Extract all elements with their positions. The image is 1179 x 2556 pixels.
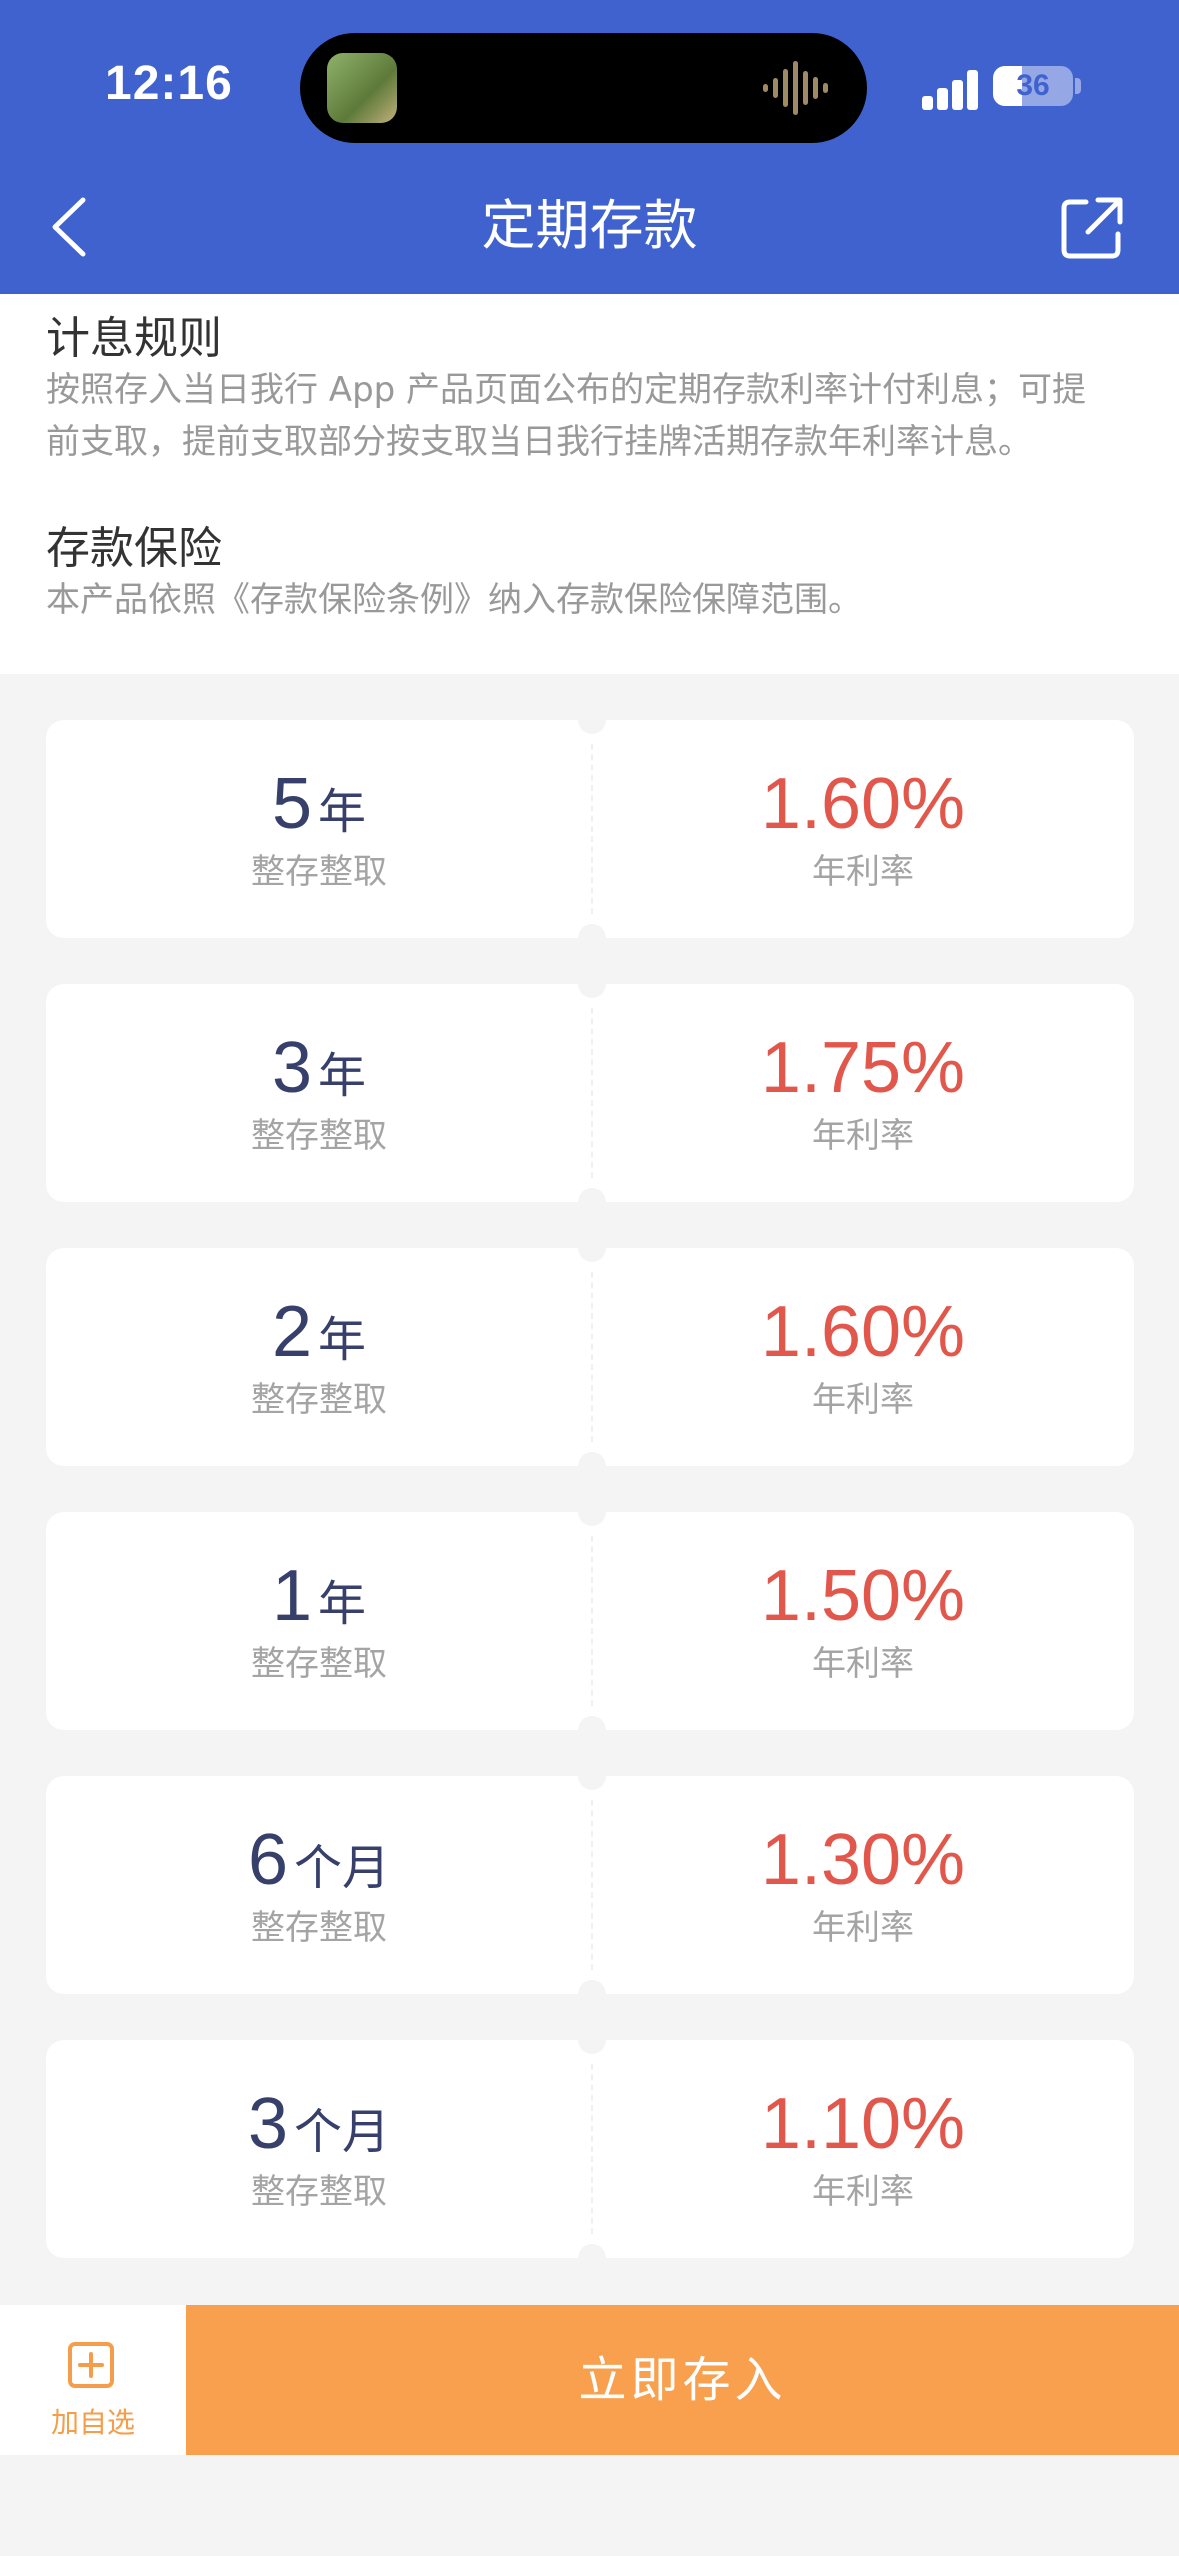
interest-rate: 1.60% xyxy=(760,1292,966,1372)
rate-label: 年利率 xyxy=(812,1380,914,1420)
term-number: 3 xyxy=(247,2084,289,2164)
card-notch xyxy=(578,1452,606,1480)
interest-rate: 1.30% xyxy=(760,1820,966,1900)
rate-card-5-year[interactable]: 5年 整存整取 1.60% 年利率 xyxy=(46,706,1134,952)
term-duration: 6 个月 xyxy=(46,1820,592,1900)
share-icon[interactable] xyxy=(1058,196,1124,262)
rate-label: 年利率 xyxy=(812,852,914,892)
add-favorite-button[interactable]: 加自选 xyxy=(0,2305,186,2455)
term-duration: 5年 xyxy=(46,764,592,844)
term-unit: 年 xyxy=(318,1048,367,1104)
term-duration: 3年 xyxy=(46,1028,592,1108)
add-square-icon xyxy=(68,2342,114,2388)
interest-rate: 1.60% xyxy=(760,764,966,844)
term-number: 3 xyxy=(271,1028,313,1108)
page-title: 定期存款 xyxy=(481,194,698,257)
battery-level: 36 xyxy=(1016,69,1050,102)
term-duration: 2年 xyxy=(46,1292,592,1372)
interest-rules-line1: 按照存入当日我行 App 产品页面公布的定期存款利率计付利息；可提 xyxy=(46,370,1087,410)
deposit-type: 整存整取 xyxy=(251,1116,387,1156)
card-notch xyxy=(578,970,606,998)
card-notch xyxy=(578,924,606,952)
rate-card-6-month[interactable]: 6 个月 整存整取 1.30% 年利率 xyxy=(46,1762,1134,2008)
term-duration: 3 个月 xyxy=(46,2084,592,2164)
battery-icon: 36 xyxy=(993,66,1073,106)
interest-rules-title: 计息规则 xyxy=(46,313,222,364)
interest-rules-line2: 前支取，提前支取部分按支取当日我行挂牌活期存款年利率计息。 xyxy=(46,422,1032,462)
interest-rate: 1.75% xyxy=(760,1028,966,1108)
rate-card-2-year[interactable]: 2年 整存整取 1.60% 年利率 xyxy=(46,1234,1134,1480)
card-notch xyxy=(578,1980,606,2008)
deposit-now-button[interactable]: 立即存入 xyxy=(186,2305,1179,2455)
interest-rate: 1.50% xyxy=(760,1556,966,1636)
term-number: 5 xyxy=(271,764,313,844)
battery-tip xyxy=(1075,78,1081,94)
card-notch xyxy=(578,1234,606,1262)
rate-label: 年利率 xyxy=(812,1908,914,1948)
deposit-type: 整存整取 xyxy=(251,1380,387,1420)
top-bar: 12:16 36 定期存款 xyxy=(0,0,1179,294)
card-notch xyxy=(578,2026,606,2054)
rate-card-3-month[interactable]: 3 个月 整存整取 1.10% 年利率 xyxy=(46,2026,1134,2272)
deposit-insurance-text: 本产品依照《存款保险条例》纳入存款保险保障范围。 xyxy=(46,580,862,620)
term-unit: 个月 xyxy=(294,1840,391,1896)
add-favorite-label: 加自选 xyxy=(50,2406,135,2439)
dynamic-island[interactable] xyxy=(300,33,867,143)
card-notch xyxy=(578,1188,606,1216)
signal-icon xyxy=(922,70,978,110)
term-number: 6 xyxy=(247,1820,289,1900)
media-thumbnail xyxy=(327,53,397,123)
card-notch xyxy=(578,2244,606,2272)
card-notch xyxy=(578,1716,606,1744)
interest-rate: 1.10% xyxy=(760,2084,966,2164)
rate-card-1-year[interactable]: 1年 整存整取 1.50% 年利率 xyxy=(46,1498,1134,1744)
card-notch xyxy=(578,1762,606,1790)
product-info-section: 计息规则 按照存入当日我行 App 产品页面公布的定期存款利率计付利息；可提 前… xyxy=(0,294,1179,674)
term-unit: 个月 xyxy=(294,2104,391,2160)
deposit-insurance-title: 存款保险 xyxy=(46,523,222,574)
rate-label: 年利率 xyxy=(812,1644,914,1684)
term-unit: 年 xyxy=(318,1312,367,1368)
term-unit: 年 xyxy=(318,784,367,840)
term-unit: 年 xyxy=(318,1576,367,1632)
term-number: 1 xyxy=(271,1556,313,1636)
rate-label: 年利率 xyxy=(812,2172,914,2212)
deposit-type: 整存整取 xyxy=(251,1908,387,1948)
card-notch xyxy=(578,1498,606,1526)
deposit-type: 整存整取 xyxy=(251,852,387,892)
card-notch xyxy=(578,706,606,734)
deposit-type: 整存整取 xyxy=(251,1644,387,1684)
term-number: 2 xyxy=(271,1292,313,1372)
term-duration: 1年 xyxy=(46,1556,592,1636)
deposit-type: 整存整取 xyxy=(251,2172,387,2212)
audio-wave-icon xyxy=(763,61,828,115)
rate-label: 年利率 xyxy=(812,1116,914,1156)
rate-card-3-year[interactable]: 3年 整存整取 1.75% 年利率 xyxy=(46,970,1134,1216)
status-time: 12:16 xyxy=(105,57,233,110)
